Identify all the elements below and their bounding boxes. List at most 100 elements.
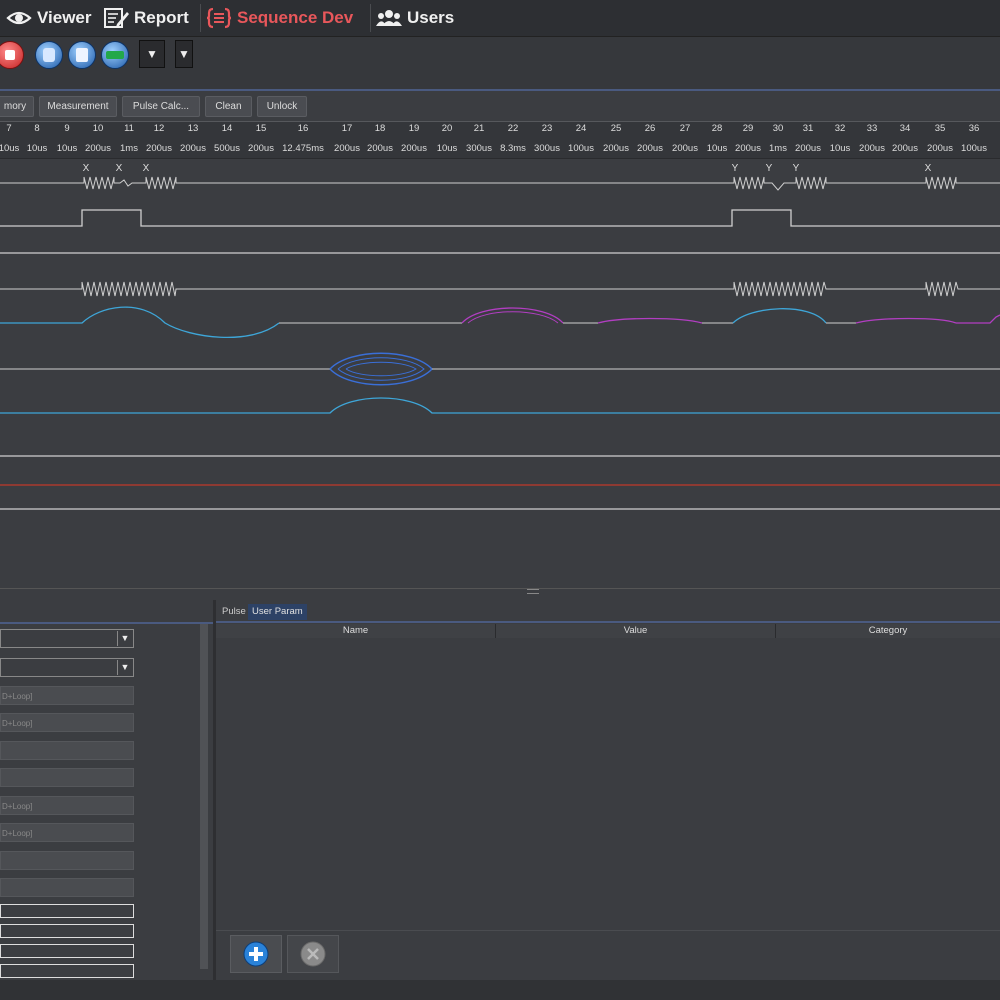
text-field[interactable]: D+Loop] (0, 796, 134, 815)
step-duration-label[interactable]: 200us (637, 143, 663, 154)
chevron-down-icon[interactable]: ▼ (117, 660, 132, 675)
tab-pulse[interactable]: Pulse (218, 604, 250, 620)
step-duration-label[interactable]: 10us (437, 143, 458, 154)
splitter-grip-icon[interactable] (527, 589, 539, 594)
purple-pulse-trace[interactable] (855, 317, 957, 324)
step-duration-label[interactable]: 100us (961, 143, 987, 154)
step-duration-label[interactable]: 10us (27, 143, 48, 154)
gradient-trace[interactable] (0, 176, 1000, 191)
step-duration-label[interactable]: 200us (401, 143, 427, 154)
delete-param-button[interactable] (287, 935, 339, 973)
step-duration-label[interactable]: 500us (214, 143, 240, 154)
step-index-label[interactable]: 15 (256, 123, 267, 134)
step-duration-label[interactable]: 200us (85, 143, 111, 154)
step-index-label[interactable]: 12 (154, 123, 165, 134)
step-duration-label[interactable]: 8.3ms (500, 143, 526, 154)
step-duration-label[interactable]: 300us (534, 143, 560, 154)
step-index-label[interactable]: 25 (611, 123, 622, 134)
step-duration-label[interactable]: 200us (795, 143, 821, 154)
rf-pulse-trace[interactable] (0, 306, 280, 338)
nav-viewer[interactable]: Viewer (6, 0, 92, 36)
storage-icon[interactable] (68, 41, 96, 69)
step-duration-label[interactable]: 200us (180, 143, 206, 154)
chevron-down-icon[interactable]: ▼ (117, 631, 132, 646)
text-field[interactable] (0, 741, 134, 760)
step-index-label[interactable]: 28 (712, 123, 723, 134)
step-duration-label[interactable]: 200us (367, 143, 393, 154)
column-header-category[interactable]: Category (776, 624, 1000, 638)
scrollbar[interactable] (200, 624, 208, 969)
waveform-preview[interactable] (0, 944, 134, 958)
step-index-label[interactable]: 24 (576, 123, 587, 134)
blue-pulse-trace[interactable] (337, 357, 425, 381)
rf-pulse-trace[interactable] (732, 308, 827, 324)
horizontal-splitter[interactable] (0, 588, 1000, 599)
database-icon[interactable] (35, 41, 63, 69)
dropdown-button[interactable]: ▼ (175, 40, 193, 68)
step-duration-label[interactable]: 200us (735, 143, 761, 154)
add-param-button[interactable] (230, 935, 282, 973)
text-field[interactable] (0, 851, 134, 870)
step-index-label[interactable]: 35 (935, 123, 946, 134)
nav-users[interactable]: Users (376, 0, 454, 36)
waveform-preview[interactable] (0, 964, 134, 978)
purple-pulse-trace[interactable] (956, 314, 1000, 324)
gradient2-trace[interactable] (0, 397, 1000, 414)
step-index-label[interactable]: 14 (222, 123, 233, 134)
step-index-label[interactable]: 31 (803, 123, 814, 134)
step-index-label[interactable]: 16 (298, 123, 309, 134)
step-duration-label[interactable]: 1ms (120, 143, 138, 154)
pulse-calc-button[interactable]: Pulse Calc... (122, 96, 200, 117)
tab-user-param[interactable]: User Param (248, 604, 307, 620)
step-index-label[interactable]: 33 (867, 123, 878, 134)
text-field[interactable] (0, 878, 134, 897)
step-duration-label[interactable]: 300us (466, 143, 492, 154)
readout-trace[interactable] (0, 281, 1000, 297)
step-duration-label[interactable]: 200us (334, 143, 360, 154)
step-duration-label[interactable]: 200us (859, 143, 885, 154)
text-field[interactable]: D+Loop] (0, 686, 134, 705)
step-index-label[interactable]: 22 (508, 123, 519, 134)
select-field[interactable]: ▼ (0, 658, 134, 677)
text-field[interactable]: D+Loop] (0, 823, 134, 842)
nav-report[interactable]: Report (103, 0, 189, 36)
purple-pulse-trace[interactable] (597, 317, 703, 324)
step-index-label[interactable]: 9 (64, 123, 69, 134)
step-index-label[interactable]: 19 (409, 123, 420, 134)
step-index-label[interactable]: 11 (124, 123, 134, 134)
step-duration-label[interactable]: 10us (707, 143, 728, 154)
step-index-label[interactable]: 32 (835, 123, 846, 134)
step-index-label[interactable]: 13 (188, 123, 199, 134)
step-duration-label[interactable]: 200us (892, 143, 918, 154)
step-duration-label[interactable]: 10us (0, 143, 19, 154)
step-index-label[interactable]: 7 (6, 123, 11, 134)
step-duration-label[interactable]: 200us (927, 143, 953, 154)
select-field[interactable]: ▼ (0, 629, 134, 648)
purple-pulse-trace[interactable] (467, 311, 559, 324)
step-duration-label[interactable]: 100us (568, 143, 594, 154)
gate-trace[interactable] (0, 209, 1000, 227)
step-index-label[interactable]: 10 (93, 123, 104, 134)
step-duration-label[interactable]: 10us (830, 143, 851, 154)
step-duration-label[interactable]: 10us (57, 143, 78, 154)
clean-button[interactable]: Clean (205, 96, 252, 117)
text-field[interactable]: D+Loop] (0, 713, 134, 732)
step-index-label[interactable]: 30 (773, 123, 784, 134)
step-duration-label[interactable]: 200us (672, 143, 698, 154)
step-index-label[interactable]: 8 (34, 123, 39, 134)
measurement-button[interactable]: Measurement (39, 96, 117, 117)
chart-icon[interactable] (101, 41, 129, 69)
step-index-label[interactable]: 18 (375, 123, 386, 134)
text-field[interactable] (0, 768, 134, 787)
step-index-label[interactable]: 34 (900, 123, 911, 134)
unlock-button[interactable]: Unlock (257, 96, 307, 117)
step-index-label[interactable]: 29 (743, 123, 754, 134)
step-index-label[interactable]: 26 (645, 123, 656, 134)
step-index-label[interactable]: 17 (342, 123, 353, 134)
memory-button[interactable]: mory (0, 96, 34, 117)
column-header-value[interactable]: Value (496, 624, 776, 638)
step-index-label[interactable]: 21 (474, 123, 485, 134)
nav-sequence-dev[interactable]: Sequence Dev (206, 0, 353, 36)
step-index-label[interactable]: 20 (442, 123, 453, 134)
step-duration-label[interactable]: 12.475ms (282, 143, 324, 154)
